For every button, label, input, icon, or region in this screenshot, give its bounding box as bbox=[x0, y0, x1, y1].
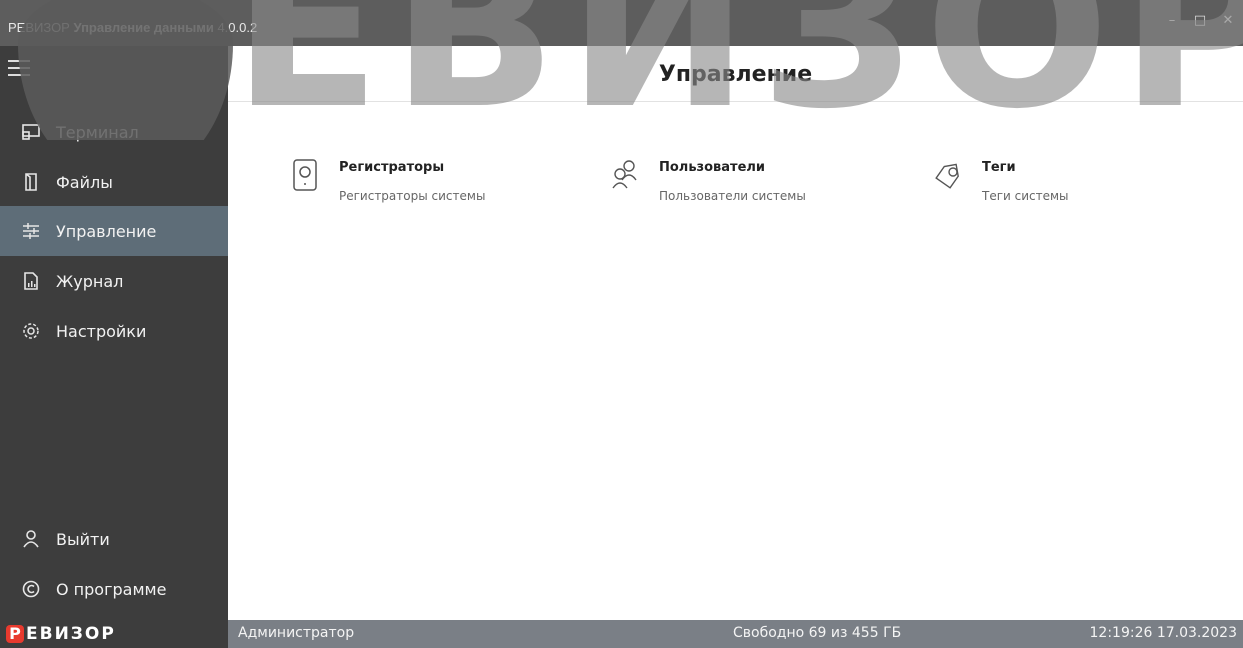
card-users[interactable]: Пользователи Пользователи системы bbox=[605, 158, 865, 206]
sidebar-item-label: Журнал bbox=[56, 271, 124, 291]
hamburger-icon[interactable] bbox=[8, 60, 30, 78]
sliders-icon bbox=[20, 220, 42, 242]
sidebar-item-label: Выйти bbox=[56, 529, 110, 549]
sidebar-item-settings[interactable]: Настройки bbox=[0, 306, 228, 356]
sidebar-item-terminal[interactable]: Терминал bbox=[0, 107, 228, 157]
monitor-icon bbox=[20, 121, 42, 143]
card-title: Теги bbox=[982, 160, 1016, 175]
sidebar-item-label: Управление bbox=[56, 221, 157, 241]
page-header: Управление bbox=[228, 46, 1243, 102]
status-datetime: 12:19:26 17.03.2023 bbox=[1089, 625, 1238, 641]
card-tags[interactable]: Теги Теги системы bbox=[928, 158, 1188, 206]
sidebar-item-files[interactable]: Файлы bbox=[0, 157, 228, 207]
sidebar-item-journal[interactable]: Журнал bbox=[0, 256, 228, 306]
card-recorders[interactable]: Регистраторы Регистраторы системы bbox=[285, 158, 545, 206]
sidebar-item-label: Файлы bbox=[56, 172, 113, 192]
sidebar-item-logout[interactable]: Выйти bbox=[0, 514, 228, 564]
card-subtitle: Теги системы bbox=[982, 189, 1069, 203]
maximize-button[interactable]: □ bbox=[1193, 14, 1207, 28]
brand-letter: Р bbox=[6, 625, 24, 643]
card-title: Пользователи bbox=[659, 160, 766, 175]
users-icon bbox=[605, 158, 645, 198]
title-version: 4.0.0.2 bbox=[217, 20, 258, 35]
window-controls: – □ ✕ bbox=[1165, 14, 1235, 28]
sidebar-item-about[interactable]: О программе bbox=[0, 564, 228, 614]
title-main: Управление данными bbox=[73, 20, 214, 35]
window-title: РЕВИЗОР Управление данными 4.0.0.2 bbox=[8, 20, 257, 35]
title-bar: РЕВИЗОР Управление данными 4.0.0.2 – □ ✕ bbox=[0, 0, 1243, 46]
brand-name: ЕВИЗОР bbox=[26, 624, 116, 644]
status-bar: Р ЕВИЗОР Администратор Свободно 69 из 45… bbox=[0, 620, 1243, 648]
file-icon bbox=[20, 171, 42, 193]
recorder-icon bbox=[285, 158, 325, 198]
card-title: Регистраторы bbox=[339, 160, 445, 175]
status-user: Администратор bbox=[238, 625, 355, 641]
card-subtitle: Регистраторы системы bbox=[339, 189, 486, 203]
minimize-button[interactable]: – bbox=[1165, 14, 1179, 28]
copyright-icon bbox=[20, 578, 42, 600]
gear-icon bbox=[20, 320, 42, 342]
sidebar-item-management[interactable]: Управление bbox=[0, 206, 228, 256]
sidebar-item-label: Настройки bbox=[56, 321, 147, 341]
close-button[interactable]: ✕ bbox=[1221, 14, 1235, 28]
sidebar: Терминал Файлы Управление Журнал Настрой… bbox=[0, 46, 228, 620]
sidebar-item-label: Терминал bbox=[56, 122, 139, 142]
title-prefix: РЕВИЗОР bbox=[8, 20, 70, 35]
status-free-space: Свободно 69 из 455 ГБ bbox=[733, 625, 902, 641]
chart-file-icon bbox=[20, 270, 42, 292]
sidebar-item-label: О программе bbox=[56, 579, 167, 599]
user-icon bbox=[20, 528, 42, 550]
card-subtitle: Пользователи системы bbox=[659, 189, 806, 203]
page-title: Управление bbox=[658, 62, 813, 87]
brand-logo: Р ЕВИЗОР bbox=[0, 620, 228, 648]
tag-icon bbox=[928, 158, 968, 198]
